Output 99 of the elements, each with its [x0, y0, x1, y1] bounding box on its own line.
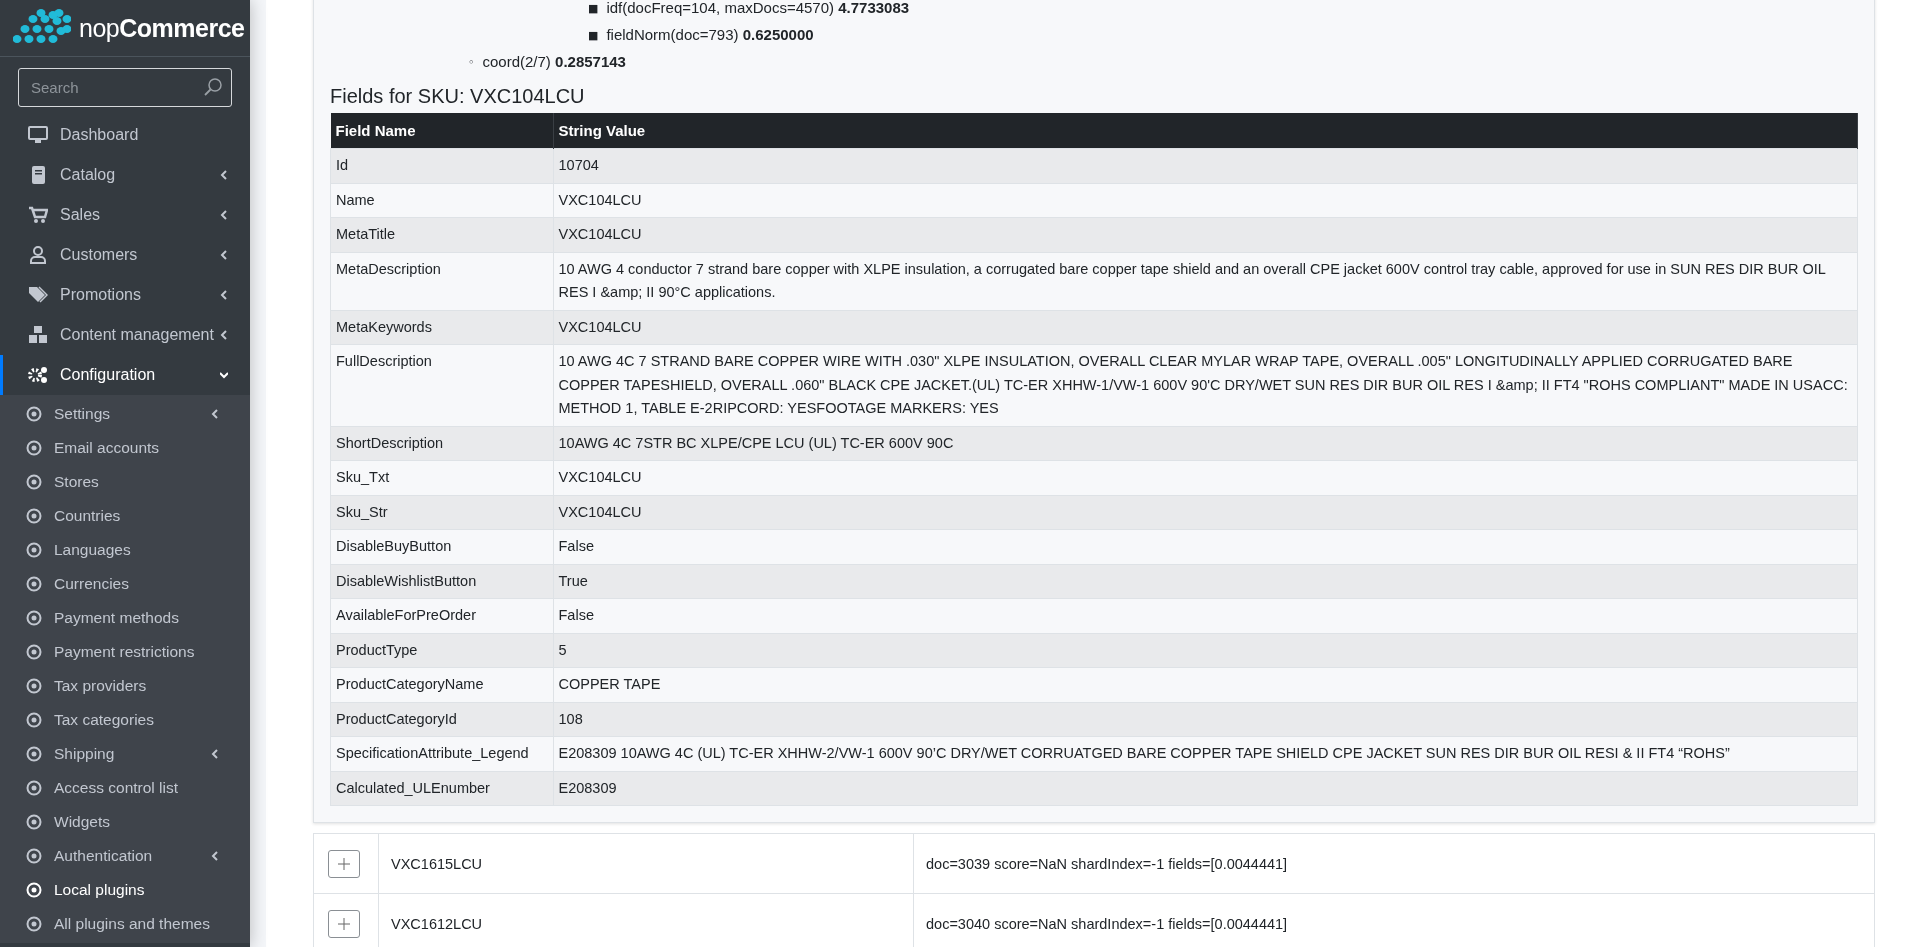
table-cell: Sku_Str	[330, 495, 553, 530]
submenu-item[interactable]: Tax categories	[0, 703, 250, 737]
table-cell: VXC104LCU	[553, 217, 1858, 252]
submenu-item[interactable]: Stores	[0, 465, 250, 499]
table-cell: VXC104LCU	[553, 183, 1858, 218]
submenu-item[interactable]: Shipping	[0, 737, 250, 771]
plus-icon	[337, 916, 351, 931]
caret-icon	[211, 749, 219, 759]
submenu-item[interactable]: Tax providers	[0, 669, 250, 703]
table-cell: VXC1615LCU	[378, 833, 914, 894]
bullet-icon: ◦	[468, 56, 475, 69]
bullet-icon: ■	[588, 2, 599, 15]
search-icon	[203, 77, 223, 97]
submenu-item[interactable]: Payment restrictions	[0, 635, 250, 669]
submenu-item[interactable]: Widgets	[0, 805, 250, 839]
table-cell: E208309 10AWG 4C (UL) TC-ER XHHW-2/VW-1 600V 90’C DRY/WET CORRUATGED BARE COPPER TAPE SHIELD CPE JACKET SUN RES DIR BUR OIL RESI & II FT4 “ROHS”	[553, 736, 1858, 771]
column-header: String Value	[553, 113, 1858, 149]
search-field[interactable]: Search	[18, 68, 232, 107]
table-cell: VXC104LCU	[553, 495, 1858, 530]
table-cell: ShortDescription	[330, 426, 553, 461]
plus-icon	[337, 856, 351, 871]
table-cell: Id	[330, 148, 553, 183]
submenu-item[interactable]: Local plugins	[0, 873, 250, 907]
submenu-item[interactable]: Payment methods	[0, 601, 250, 635]
table-cell: MetaDescription	[330, 252, 553, 310]
explanation-line: fieldNorm(doc=793) 0.6250000	[606, 26, 814, 43]
table-cell: COPPER TAPE	[553, 667, 1858, 702]
table-cell: 10 AWG 4 conductor 7 strand bare copper with XLPE insulation, a corrugated bare copper tape shield and an overall CPE jacket 600V control tray cable, approved for use in SUN RES DIR BUR OIL RES I &amp; II 90°C applications.	[553, 252, 1858, 310]
circle-dot-icon	[26, 882, 42, 898]
caret-icon	[211, 851, 219, 861]
nav-item[interactable]: Content management	[0, 315, 250, 355]
circle-dot-icon	[26, 610, 42, 626]
table-cell: False	[553, 529, 1858, 564]
submenu-item[interactable]: Access control list	[0, 771, 250, 805]
table-cell: VXC104LCU	[553, 310, 1858, 345]
table-cell: Calculated_ULEnumber	[330, 771, 553, 806]
table-cell: 10 AWG 4C 7 STRAND BARE COPPER WIRE WITH .030" XLPE INSULATION, OVERALL CLEAR MYLAR WRAP TAPE, OVERALL .005" LONGITUDINALLY APPLIED CORRUGATED BARE COPPER TAPESHIELD, OVERALL .060" BLACK CPE JACKET.(UL) TC-ER XHHW-1/VW-1 600V 90'C DRY/WET SUN RES DIR BUR OIL RES I &amp; II FT4 "ROHS COMPLIANT" MADE IN USACC: METHOD 1, TABLE E-2RIPCORD: YESFOOTAGE MARKERS: YES	[553, 344, 1858, 426]
circle-dot-icon	[26, 508, 42, 524]
circle-dot-icon	[26, 644, 42, 660]
nav-item[interactable]: Dashboard	[0, 115, 250, 155]
table-cell: True	[553, 564, 1858, 599]
table-cell: MetaTitle	[330, 217, 553, 252]
circle-dot-icon	[26, 474, 42, 490]
table-cell: DisableWishlistButton	[330, 564, 553, 599]
tag-icon	[28, 285, 48, 305]
expand-button[interactable]	[328, 909, 360, 938]
submenu-item[interactable]: Languages	[0, 533, 250, 567]
circle-dot-icon	[26, 712, 42, 728]
table-cell: ProductType	[330, 633, 553, 668]
submenu-item[interactable]: Settings	[0, 397, 250, 431]
submenu-item[interactable]: Currencies	[0, 567, 250, 601]
table-cell: 10AWG 4C 7STR BC XLPE/CPE LCU (UL) TC-ER 600V 90C	[553, 426, 1858, 461]
table-cell: VXC104LCU	[553, 460, 1858, 495]
submenu-item[interactable]: Authentication	[0, 839, 250, 873]
submenu-item[interactable]: All plugins and themes	[0, 907, 250, 941]
gears-icon	[28, 365, 48, 385]
user-icon	[28, 245, 48, 265]
nav-item[interactable]: Sales	[0, 195, 250, 235]
nav-item[interactable]: Customers	[0, 235, 250, 275]
circle-dot-icon	[26, 848, 42, 864]
circle-dot-icon	[26, 678, 42, 694]
table-cell: 5	[553, 633, 1858, 668]
table-cell: ProductCategoryId	[330, 702, 553, 737]
table-cell: False	[553, 598, 1858, 633]
caret-icon	[211, 409, 219, 419]
circle-dot-icon	[26, 916, 42, 932]
circle-dot-icon	[26, 576, 42, 592]
fields-heading: Fields for SKU: VXC104LCU	[330, 85, 586, 108]
table-cell: Sku_Txt	[330, 460, 553, 495]
circle-dot-icon	[26, 542, 42, 558]
expand-button[interactable]	[328, 849, 360, 878]
table-cell: Name	[330, 183, 553, 218]
table-cell: doc=3039 score=NaN shardIndex=-1 fields=[0.0044441]	[913, 833, 1875, 894]
monitor-icon	[28, 125, 48, 145]
table-cell: E208309	[553, 771, 1858, 806]
table-cell: 108	[553, 702, 1858, 737]
explanation-line: idf(docFreq=104, maxDocs=4570) 4.7733083	[606, 0, 910, 16]
circle-dot-icon	[26, 746, 42, 762]
cart-icon	[28, 205, 48, 225]
table-cell: ProductCategoryName	[330, 667, 553, 702]
table-cell: DisableBuyButton	[330, 529, 553, 564]
circle-dot-icon	[26, 406, 42, 422]
circle-dot-icon	[26, 814, 42, 830]
circle-dot-icon	[26, 780, 42, 796]
nav-item[interactable]: Promotions	[0, 275, 250, 315]
bullet-icon: ■	[588, 29, 599, 42]
column-header: Field Name	[330, 113, 553, 149]
circle-dot-icon	[26, 440, 42, 456]
explanation-line: coord(2/7) 0.2857143	[482, 53, 626, 70]
table-cell: MetaKeywords	[330, 310, 553, 345]
nav-item[interactable]: Catalog	[0, 155, 250, 195]
table-cell: AvailableForPreOrder	[330, 598, 553, 633]
table-cell: SpecificationAttribute_Legend	[330, 736, 553, 771]
logo-text: nopCommerce	[79, 13, 245, 43]
table-cell: 10704	[553, 148, 1858, 183]
table-cell: FullDescription	[330, 344, 553, 426]
submenu-item[interactable]: Countries	[0, 499, 250, 533]
submenu-item[interactable]: Email accounts	[0, 431, 250, 465]
cubes-icon	[28, 325, 48, 345]
